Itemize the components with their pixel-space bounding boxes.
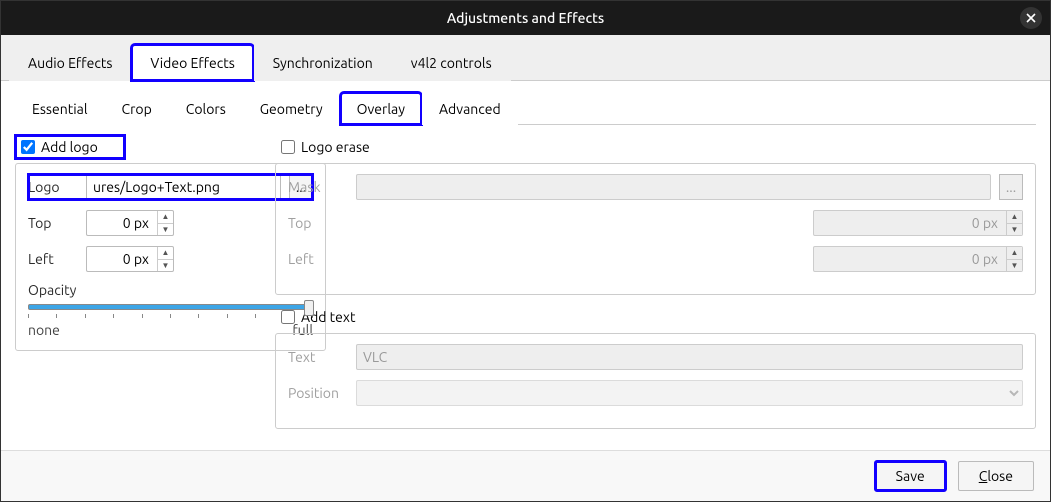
erase-left-label: Left — [288, 251, 348, 267]
logo-path-row: Logo ... — [28, 174, 313, 200]
main-tab-bar: Audio Effects Video Effects Synchronizat… — [1, 35, 1050, 81]
tab-v4l2-controls[interactable]: v4l2 controls — [392, 44, 511, 81]
erase-left-row: Left ▲▼ — [288, 246, 1023, 272]
opacity-min-label: none — [28, 322, 60, 338]
logo-erase-group: Mask ... Top ▲▼ Left — [275, 163, 1036, 295]
close-icon — [1026, 13, 1036, 23]
chevron-down-icon: ▼ — [1007, 224, 1022, 236]
chevron-up-icon: ▲ — [1007, 211, 1022, 224]
add-text-check-row: Add text — [275, 305, 1036, 329]
add-text-checkbox[interactable] — [281, 310, 295, 324]
logo-path-input[interactable] — [86, 174, 281, 200]
text-label: Text — [288, 349, 348, 365]
position-label: Position — [288, 385, 348, 401]
chevron-up-icon: ▲ — [158, 211, 173, 224]
tab-content: Essential Crop Colors Geometry Overlay A… — [1, 81, 1050, 450]
position-row: Position — [288, 380, 1023, 406]
add-text-group: Text Position — [275, 333, 1036, 429]
opacity-slider-thumb[interactable] — [304, 300, 314, 316]
mask-label: Mask — [288, 179, 348, 195]
dialog-footer: Save Close — [1, 450, 1050, 501]
sub-tab-colors[interactable]: Colors — [169, 92, 243, 125]
text-row: Text — [288, 344, 1023, 370]
title-bar: Adjustments and Effects — [1, 1, 1050, 35]
erase-left-stepper: ▲▼ — [1006, 247, 1022, 271]
add-logo-label: Add logo — [41, 139, 98, 155]
add-logo-check-row: Add logo — [15, 135, 125, 159]
logo-erase-label: Logo erase — [301, 139, 370, 155]
logo-top-stepper[interactable]: ▲▼ — [157, 211, 173, 235]
erase-left-input — [813, 246, 1023, 272]
tab-video-effects[interactable]: Video Effects — [131, 44, 253, 81]
logo-top-spin: ▲▼ — [86, 210, 174, 236]
erase-top-spin: ▲▼ — [813, 210, 1023, 236]
erase-left-spin: ▲▼ — [813, 246, 1023, 272]
logo-erase-section: Logo erase Mask ... Top ▲▼ — [275, 135, 1036, 295]
tab-audio-effects[interactable]: Audio Effects — [9, 44, 131, 81]
sub-tab-crop[interactable]: Crop — [105, 92, 169, 125]
logo-left-row: Left ▲▼ — [28, 246, 313, 272]
mask-row: Mask ... — [288, 174, 1023, 200]
sub-tab-overlay[interactable]: Overlay — [340, 92, 422, 125]
add-text-section: Add text Text Position — [275, 305, 1036, 429]
text-input — [356, 344, 1023, 370]
tab-synchronization[interactable]: Synchronization — [254, 44, 392, 81]
mask-browse-button: ... — [999, 174, 1023, 200]
window-close-button[interactable] — [1020, 7, 1042, 29]
window-title: Adjustments and Effects — [447, 10, 604, 26]
erase-top-stepper: ▲▼ — [1006, 211, 1022, 235]
mask-input — [356, 174, 991, 200]
chevron-down-icon: ▼ — [1007, 260, 1022, 272]
opacity-block: Opacity none full — [28, 282, 313, 338]
sub-tab-bar: Essential Crop Colors Geometry Overlay A… — [15, 91, 1036, 125]
sub-tab-geometry[interactable]: Geometry — [243, 92, 340, 125]
sub-tab-advanced[interactable]: Advanced — [422, 92, 518, 125]
overlay-panels: Add logo Logo ... Top ▲▼ Left — [15, 125, 1036, 440]
logo-left-spin: ▲▼ — [86, 246, 174, 272]
logo-left-stepper[interactable]: ▲▼ — [157, 247, 173, 271]
close-button[interactable]: Close — [958, 461, 1034, 491]
add-logo-section: Add logo Logo ... Top ▲▼ Left — [15, 135, 263, 440]
position-select — [356, 380, 1023, 406]
sub-tab-essential[interactable]: Essential — [15, 92, 105, 125]
logo-path-label: Logo — [28, 179, 78, 195]
chevron-down-icon: ▼ — [158, 260, 173, 272]
erase-top-row: Top ▲▼ — [288, 210, 1023, 236]
opacity-ticks — [28, 314, 313, 318]
logo-left-label: Left — [28, 251, 78, 267]
close-rest: lose — [987, 468, 1013, 484]
chevron-up-icon: ▲ — [158, 247, 173, 260]
chevron-down-icon: ▼ — [158, 224, 173, 236]
add-logo-checkbox[interactable] — [21, 140, 35, 154]
logo-top-row: Top ▲▼ — [28, 210, 313, 236]
logo-top-label: Top — [28, 215, 78, 231]
logo-erase-check-row: Logo erase — [275, 135, 1036, 159]
save-button[interactable]: Save — [875, 461, 946, 491]
opacity-range-labels: none full — [28, 322, 313, 338]
logo-erase-checkbox[interactable] — [281, 140, 295, 154]
chevron-up-icon: ▲ — [1007, 247, 1022, 260]
erase-top-input — [813, 210, 1023, 236]
right-column: Logo erase Mask ... Top ▲▼ — [275, 135, 1036, 440]
opacity-slider[interactable] — [28, 304, 313, 310]
erase-top-label: Top — [288, 215, 348, 231]
opacity-label: Opacity — [28, 282, 313, 298]
